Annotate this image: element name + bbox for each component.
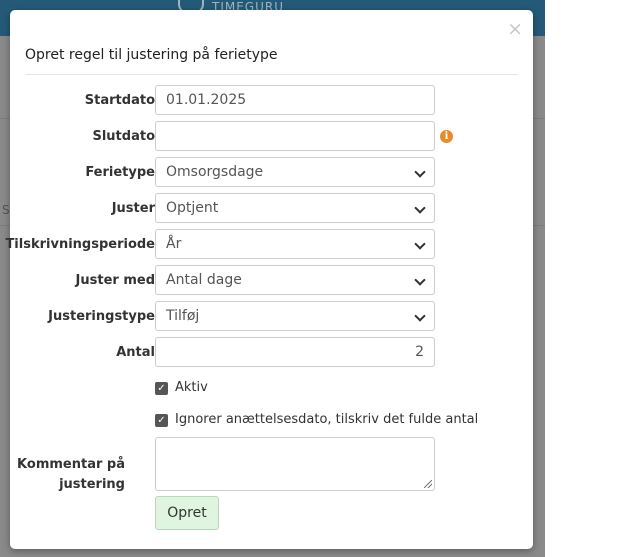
- justeringstype-value: Tilføj: [166, 308, 200, 324]
- close-icon[interactable]: ×: [507, 20, 523, 39]
- ferietype-select[interactable]: Omsorgsdage: [155, 157, 435, 187]
- juster-value: Optjent: [166, 200, 219, 216]
- tilskrivningsperiode-label: Tilskrivningsperiode: [5, 237, 155, 252]
- juster-select[interactable]: Optjent: [155, 193, 435, 223]
- juster-label: Juster: [111, 201, 155, 216]
- antal-input[interactable]: 2: [155, 337, 435, 367]
- justeringstype-select[interactable]: Tilføj: [155, 301, 435, 331]
- tilskrivningsperiode-value: År: [166, 236, 182, 252]
- tilskrivningsperiode-select[interactable]: År: [155, 229, 435, 259]
- kommentar-label-line1: Kommentar på: [17, 457, 125, 472]
- resize-handle-icon[interactable]: [424, 480, 432, 488]
- ignorer-checkbox[interactable]: ✓: [155, 414, 168, 427]
- opret-button[interactable]: Opret: [155, 496, 219, 530]
- ignorer-label: Ignorer anættelsesdato, tilskriv det ful…: [175, 412, 479, 427]
- form-row-tilskrivningsperiode: Tilskrivningsperiode År: [5, 229, 533, 259]
- kommentar-label-line2: justering: [59, 477, 125, 492]
- juster-med-label: Juster med: [75, 273, 155, 288]
- adjustment-rule-modal: × Opret regel til justering på ferietype…: [5, 10, 533, 549]
- modal-header-divider: [25, 74, 518, 75]
- form-row-justeringstype: Justeringstype Tilføj: [10, 301, 533, 331]
- slutdato-label: Slutdato: [92, 129, 155, 144]
- aktiv-label: Aktiv: [175, 380, 208, 395]
- startdato-input[interactable]: 01.01.2025: [155, 85, 435, 115]
- ferietype-value: Omsorgsdage: [166, 164, 264, 180]
- background-text: S: [2, 203, 10, 217]
- form-row-juster-med: Juster med Antal dage: [10, 265, 533, 295]
- juster-med-select[interactable]: Antal dage: [155, 265, 435, 295]
- juster-med-value: Antal dage: [166, 272, 242, 288]
- startdato-label: Startdato: [84, 93, 155, 108]
- kommentar-label: Kommentar på justering: [5, 455, 125, 495]
- form-row-antal: Antal 2: [10, 337, 533, 367]
- kommentar-textarea[interactable]: [155, 437, 435, 491]
- info-icon[interactable]: i: [440, 130, 453, 143]
- modal-title: Opret regel til justering på ferietype: [25, 47, 278, 63]
- ferietype-label: Ferietype: [85, 165, 155, 180]
- justeringstype-label: Justeringstype: [48, 309, 155, 324]
- antal-label: Antal: [116, 345, 155, 360]
- form-row-juster: Juster Optjent: [10, 193, 533, 223]
- form-row-slutdato: Slutdato i: [10, 121, 533, 151]
- aktiv-checkbox[interactable]: ✓: [155, 382, 168, 395]
- form-row-startdato: Startdato 01.01.2025: [10, 85, 533, 115]
- form-row-ferietype: Ferietype Omsorgsdage: [10, 157, 533, 187]
- slutdato-input[interactable]: [155, 121, 435, 151]
